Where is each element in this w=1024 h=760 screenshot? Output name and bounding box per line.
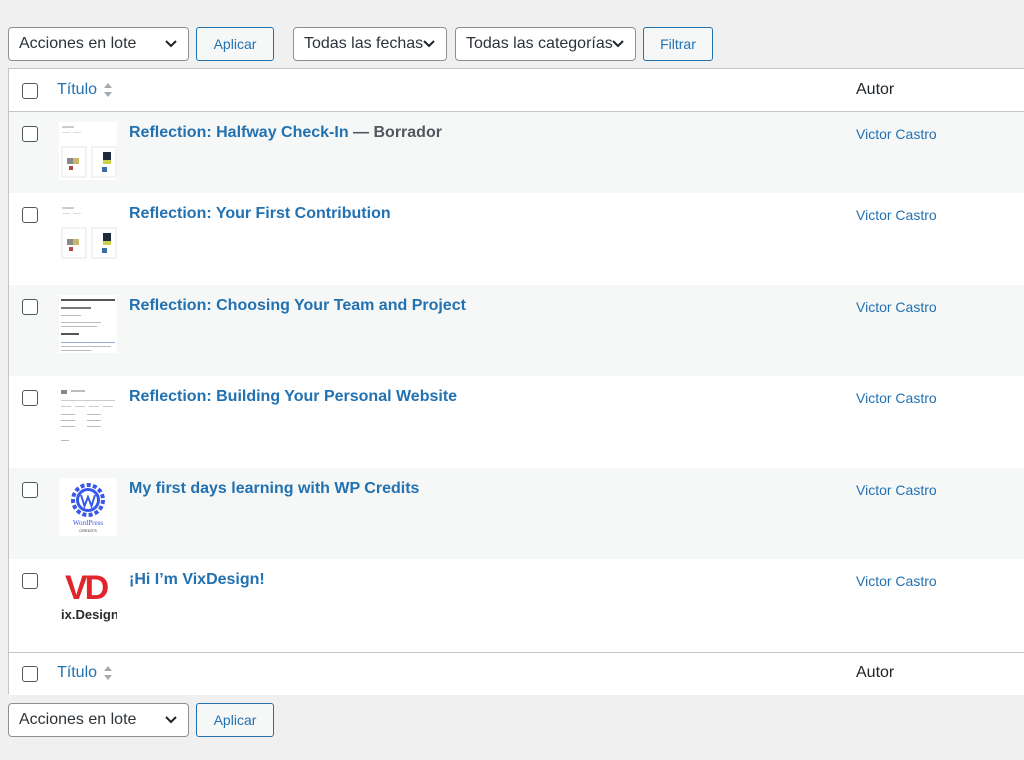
table-footer: Título Autor bbox=[9, 652, 1024, 695]
title-column-footer[interactable]: Título bbox=[57, 664, 113, 682]
row-checkbox[interactable] bbox=[22, 482, 38, 498]
wp-logo-sub: CREDITS bbox=[79, 528, 97, 533]
post-title-text: Reflection: Halfway Check-In bbox=[129, 124, 349, 141]
row-checkbox[interactable] bbox=[22, 299, 38, 315]
post-thumbnail[interactable] bbox=[59, 386, 117, 444]
sort-icon bbox=[104, 83, 113, 97]
chevron-down-icon bbox=[423, 40, 435, 48]
post-author-link[interactable]: Victor Castro bbox=[856, 207, 937, 223]
dates-filter-select[interactable]: Todas las fechas bbox=[293, 27, 447, 61]
dates-filter-label: Todas las fechas bbox=[304, 35, 424, 52]
categories-filter-label: Todas las categorías bbox=[466, 35, 613, 52]
post-title-link[interactable]: Reflection: Choosing Your Team and Proje… bbox=[129, 297, 466, 315]
table-row: Reflection: Your First Contribution Vict… bbox=[9, 193, 1024, 285]
post-state: — Borrador bbox=[348, 124, 442, 141]
post-title-text: Reflection: Your First Contribution bbox=[129, 205, 391, 222]
vd-logo-letters: VD bbox=[65, 569, 109, 607]
table-row: VD ix.Design ¡Hi I’m VixDesign! Victor C… bbox=[9, 559, 1024, 651]
post-thumbnail[interactable]: WordPress CREDITS bbox=[59, 478, 117, 536]
apply-button-bottom[interactable]: Aplicar bbox=[196, 703, 274, 737]
post-title-link[interactable]: ¡Hi I’m VixDesign! bbox=[129, 571, 265, 589]
post-author-link[interactable]: Victor Castro bbox=[856, 299, 937, 315]
post-author-link[interactable]: Victor Castro bbox=[856, 573, 937, 589]
title-column-header[interactable]: Título bbox=[57, 81, 113, 99]
post-title-link[interactable]: Reflection: Your First Contribution bbox=[129, 205, 391, 223]
posts-table: Título Autor Reflection: Halfway Check-I… bbox=[8, 68, 1024, 695]
chevron-down-icon bbox=[165, 40, 177, 48]
row-checkbox[interactable] bbox=[22, 573, 38, 589]
post-author-link[interactable]: Victor Castro bbox=[856, 126, 937, 142]
apply-button-top[interactable]: Aplicar bbox=[196, 27, 274, 61]
post-author-link[interactable]: Victor Castro bbox=[856, 390, 937, 406]
bulk-actions-select-bottom[interactable]: Acciones en lote bbox=[8, 703, 189, 737]
sort-icon bbox=[104, 666, 113, 680]
table-header: Título Autor bbox=[9, 69, 1024, 112]
row-checkbox[interactable] bbox=[22, 390, 38, 406]
select-all-checkbox[interactable] bbox=[22, 83, 38, 99]
post-title-text: ¡Hi I’m VixDesign! bbox=[129, 571, 265, 588]
filter-button[interactable]: Filtrar bbox=[643, 27, 713, 61]
wp-logo-text: WordPress bbox=[72, 519, 104, 527]
categories-filter-select[interactable]: Todas las categorías bbox=[455, 27, 636, 61]
author-column-header: Autor bbox=[856, 81, 895, 98]
table-row: Reflection: Halfway Check-In — Borrador … bbox=[9, 112, 1024, 193]
post-thumbnail[interactable] bbox=[59, 203, 117, 261]
title-column-label: Título bbox=[57, 664, 98, 681]
post-title-text: My first days learning with WP Credits bbox=[129, 480, 420, 497]
post-thumbnail[interactable] bbox=[59, 122, 117, 180]
bulk-actions-label: Acciones en lote bbox=[19, 711, 137, 728]
chevron-down-icon bbox=[165, 716, 177, 724]
post-title-link[interactable]: My first days learning with WP Credits bbox=[129, 480, 419, 498]
row-checkbox[interactable] bbox=[22, 126, 38, 142]
post-title-link[interactable]: Reflection: Building Your Personal Websi… bbox=[129, 388, 457, 406]
post-title-link[interactable]: Reflection: Halfway Check-In — Borrador bbox=[129, 124, 442, 142]
vd-logo-sub: ix.Design bbox=[61, 607, 117, 622]
post-thumbnail[interactable] bbox=[59, 295, 117, 353]
table-row: WordPress CREDITS My first days learning… bbox=[9, 468, 1024, 559]
vixdesign-logo: VD ix.Design bbox=[59, 569, 117, 627]
table-row: Reflection: Building Your Personal Websi… bbox=[9, 376, 1024, 468]
bulk-actions-select-top[interactable]: Acciones en lote bbox=[8, 27, 189, 61]
post-thumbnail[interactable]: VD ix.Design bbox=[59, 569, 117, 627]
row-checkbox[interactable] bbox=[22, 207, 38, 223]
table-row: Reflection: Choosing Your Team and Proje… bbox=[9, 285, 1024, 376]
post-title-text: Reflection: Choosing Your Team and Proje… bbox=[129, 297, 466, 314]
author-column-footer: Autor bbox=[856, 664, 895, 681]
select-all-checkbox-bottom[interactable] bbox=[22, 666, 38, 682]
title-column-label: Título bbox=[57, 81, 98, 98]
post-author-link[interactable]: Victor Castro bbox=[856, 482, 937, 498]
chevron-down-icon bbox=[612, 40, 624, 48]
post-title-text: Reflection: Building Your Personal Websi… bbox=[129, 388, 458, 405]
bulk-actions-label: Acciones en lote bbox=[19, 35, 137, 52]
